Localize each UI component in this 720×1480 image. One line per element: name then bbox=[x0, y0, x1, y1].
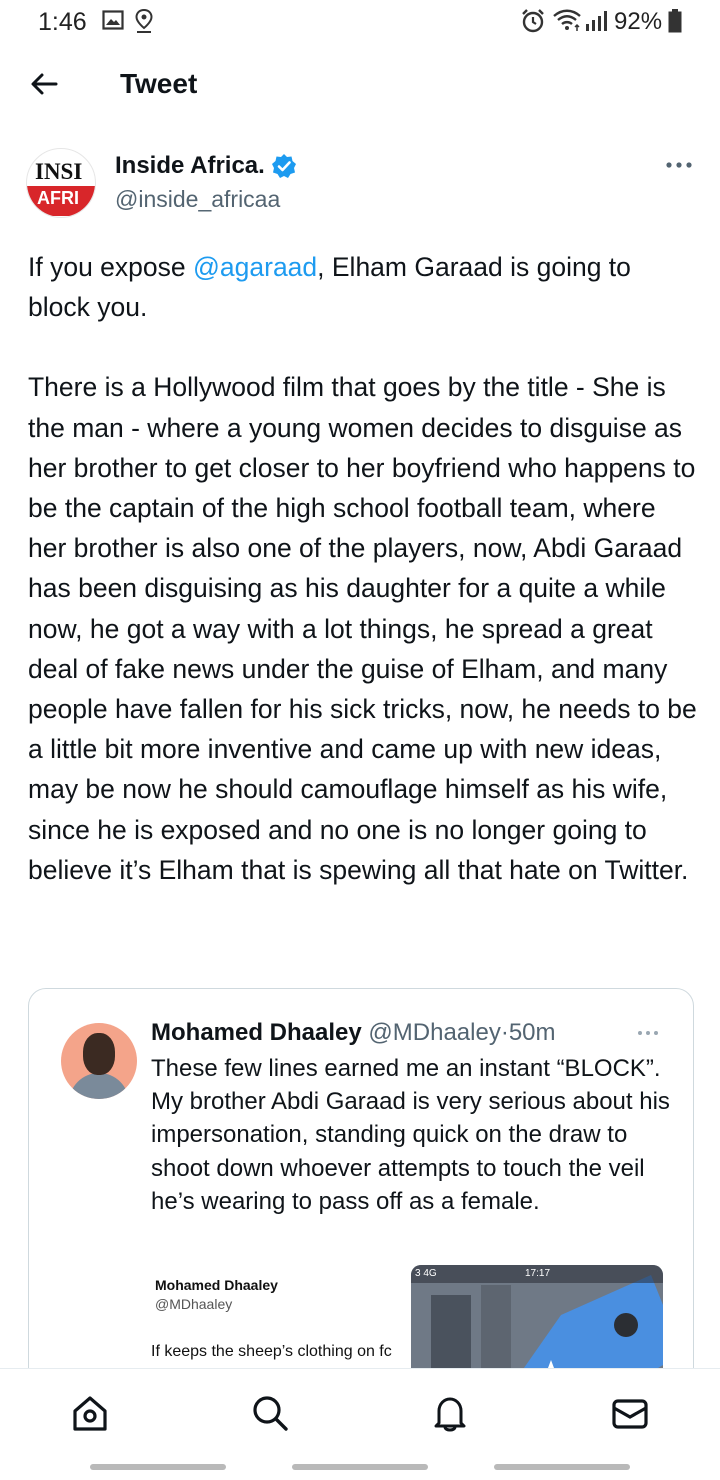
separator-dot: · bbox=[500, 1019, 509, 1046]
gesture-bar-left bbox=[90, 1464, 226, 1470]
nav-home-button[interactable] bbox=[68, 1391, 112, 1435]
embedded-author-handle: @MDhaaley bbox=[155, 1296, 233, 1312]
quoted-more-icon bbox=[635, 1023, 661, 1043]
signal-icon bbox=[586, 11, 607, 31]
status-time: 1:46 bbox=[38, 8, 87, 36]
notifications-icon bbox=[434, 1397, 466, 1432]
wifi-icon bbox=[553, 9, 581, 31]
embedded-status-left: 3 4G bbox=[415, 1268, 437, 1279]
page-title: Tweet bbox=[120, 68, 198, 99]
avatar-logo-band: AFRI bbox=[27, 186, 95, 216]
quoted-author-handle: @MDhaaley bbox=[368, 1019, 501, 1046]
embedded-author-name: Mohamed Dhaaley bbox=[155, 1277, 278, 1293]
battery-icon bbox=[668, 9, 682, 33]
mention-link[interactable]: @agaraad bbox=[193, 252, 317, 282]
author-name[interactable]: Inside Africa. bbox=[115, 152, 265, 180]
gesture-bar-right bbox=[494, 1464, 630, 1470]
back-button[interactable] bbox=[24, 64, 64, 104]
more-horizontal-icon bbox=[666, 162, 692, 168]
status-bar: 1:46 92% bbox=[0, 0, 720, 44]
embedded-status-bar: 3 4G 17:17 bbox=[411, 1265, 663, 1283]
author-avatar[interactable]: INSI AFRI bbox=[26, 148, 96, 218]
tweet-paragraph-2: There is a Hollywood film that goes by t… bbox=[28, 372, 697, 885]
nav-messages-button[interactable] bbox=[608, 1391, 652, 1435]
quoted-tweet-time: 50m bbox=[508, 1019, 556, 1046]
embedded-tweet-text: If keeps the sheep’s clothing on fc bbox=[151, 1343, 392, 1360]
avatar-logo-text-bottom: AFRI bbox=[37, 188, 79, 208]
battery-percent: 92% bbox=[614, 8, 663, 35]
arrow-left-icon bbox=[31, 73, 58, 95]
quoted-tweet-card[interactable]: Mohamed Dhaaley @MDhaaley·50m These few … bbox=[28, 988, 694, 1408]
tweet-header: Tweet bbox=[0, 50, 720, 120]
tweet-body: If you expose @agaraad, Elham Garaad is … bbox=[28, 247, 700, 890]
quoted-tweet-text: These few lines earned me an instant “BL… bbox=[151, 1055, 670, 1215]
avatar-logo-text-top: INSI bbox=[35, 159, 83, 184]
gesture-bar-center bbox=[292, 1464, 428, 1470]
quoted-author-avatar bbox=[61, 1023, 137, 1099]
author-name-row[interactable]: Inside Africa. bbox=[115, 152, 297, 180]
home-icon bbox=[73, 1396, 107, 1431]
verified-badge-icon bbox=[271, 154, 296, 178]
author-handle[interactable]: @inside_africaa bbox=[115, 186, 280, 213]
location-icon bbox=[135, 8, 153, 33]
quoted-author-name: Mohamed Dhaaley bbox=[151, 1019, 362, 1046]
nav-search-button[interactable] bbox=[248, 1391, 292, 1435]
bottom-navigation bbox=[0, 1368, 720, 1458]
tweet-paragraph-1: If you expose @agaraad, Elham Garaad is … bbox=[28, 247, 700, 327]
nav-notifications-button[interactable] bbox=[428, 1391, 472, 1435]
messages-icon bbox=[612, 1399, 648, 1429]
avatar-shirt bbox=[69, 1073, 129, 1099]
avatar-face bbox=[83, 1033, 115, 1075]
image-icon bbox=[102, 10, 124, 30]
alarm-icon bbox=[522, 9, 544, 33]
tweet-text-segment: If you expose bbox=[28, 252, 193, 282]
embedded-status-time: 17:17 bbox=[525, 1268, 551, 1279]
more-options-button[interactable] bbox=[664, 150, 694, 180]
search-icon bbox=[253, 1396, 288, 1431]
quoted-tweet-header: Mohamed Dhaaley @MDhaaley·50m bbox=[151, 1019, 556, 1047]
